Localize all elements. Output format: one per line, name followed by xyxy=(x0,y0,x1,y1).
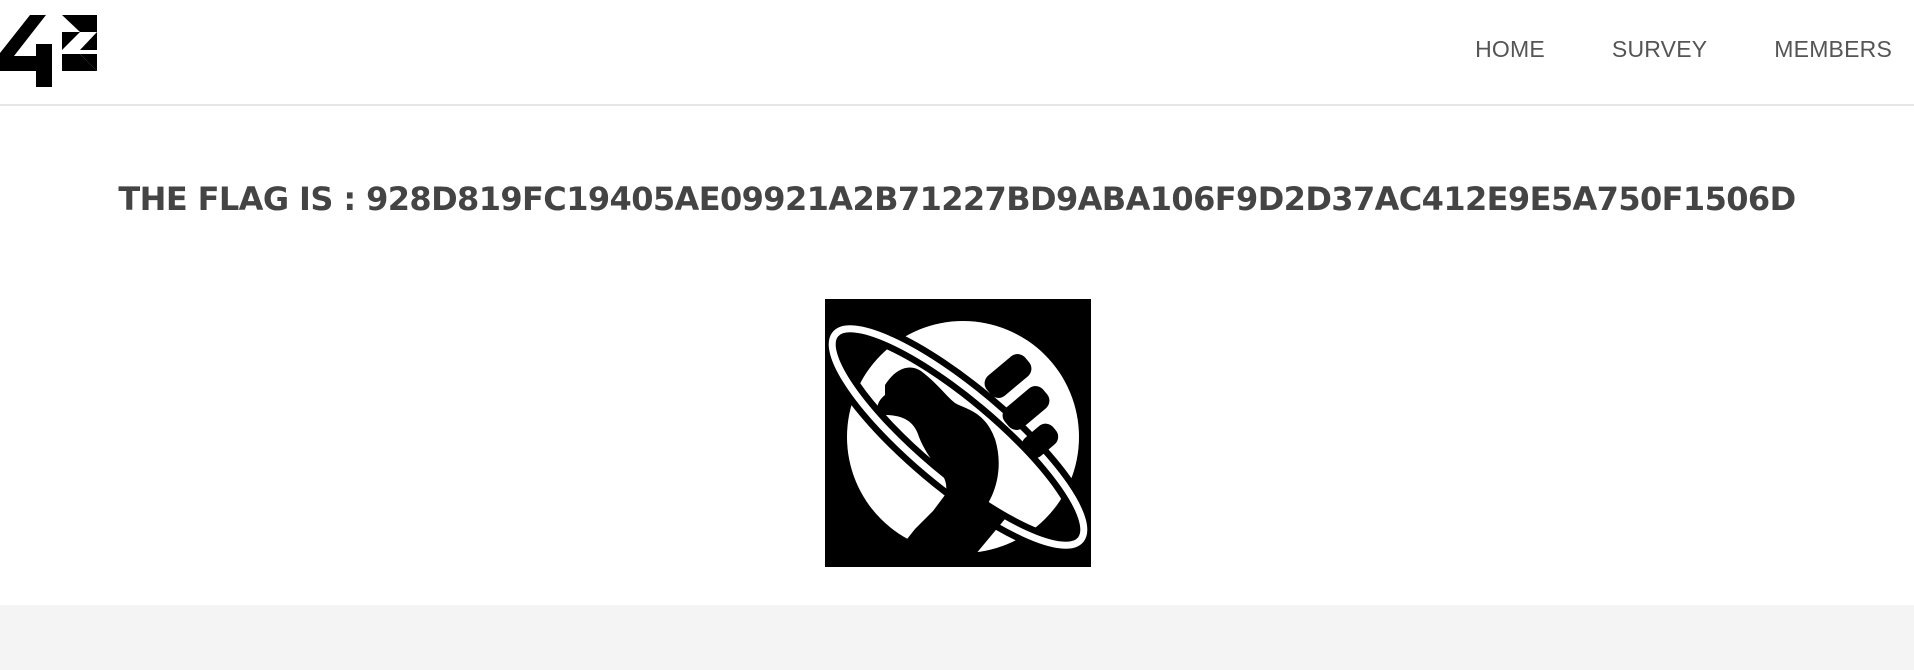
site-header: HOME SURVEY MEMBERS xyxy=(0,0,1914,106)
logo-two-mid-left xyxy=(62,32,80,50)
main-content: THE FLAG IS : 928D819FC19405AE09921A2B71… xyxy=(0,106,1914,605)
flag-heading: THE FLAG IS : 928D819FC19405AE09921A2B71… xyxy=(0,180,1914,218)
nav-home[interactable]: HOME xyxy=(1475,36,1545,63)
flag-value: 928D819FC19405AE09921A2B71227BD9ABA106F9… xyxy=(366,180,1796,218)
nav-members[interactable]: MEMBERS xyxy=(1774,36,1892,63)
flag-prefix: THE FLAG IS : xyxy=(118,180,356,218)
main-nav: HOME SURVEY MEMBERS xyxy=(1408,36,1892,63)
42-logo[interactable] xyxy=(0,15,100,90)
nav-survey[interactable]: SURVEY xyxy=(1612,36,1707,63)
page-footer xyxy=(0,605,1914,670)
logo-two-top xyxy=(62,15,97,32)
logo-two-mid-right xyxy=(80,32,97,50)
logo-four-shape xyxy=(0,15,52,87)
hitchhiker-thumb-planet-icon xyxy=(822,299,1094,567)
